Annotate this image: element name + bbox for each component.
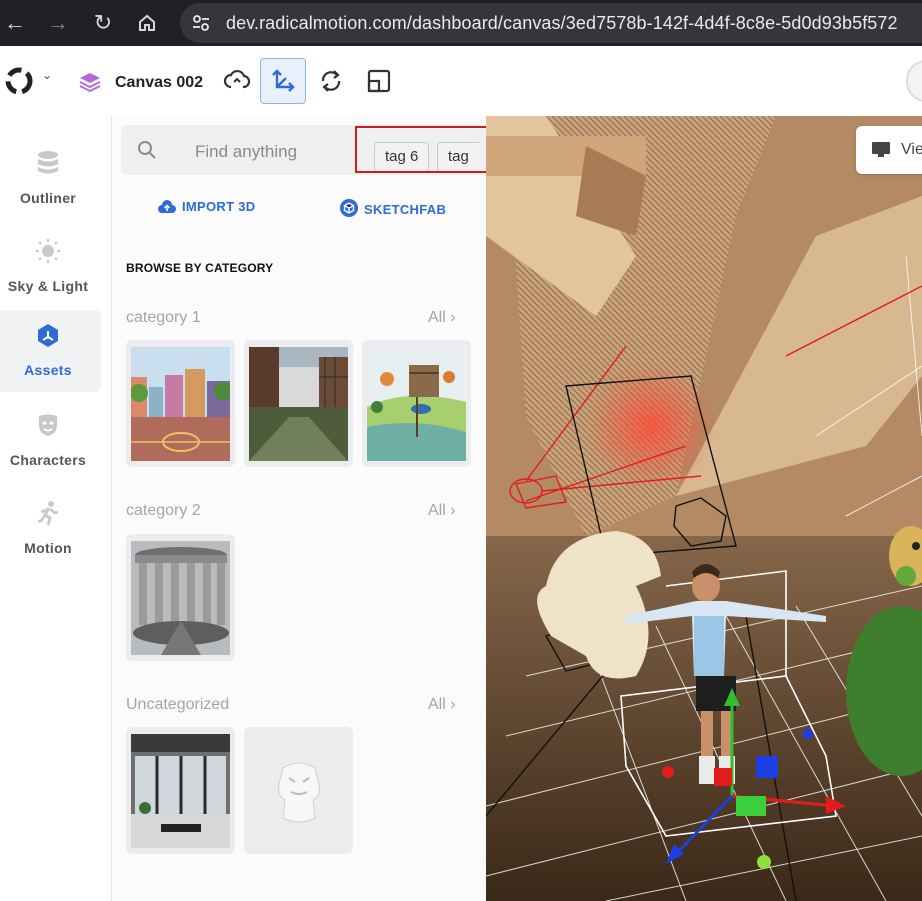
axis-move-icon [272, 69, 295, 92]
browse-heading: BROWSE BY CATEGORY [126, 261, 274, 275]
category-all-link[interactable]: All › [428, 502, 456, 520]
sidebar-item-sky-light[interactable]: Sky & Light [0, 226, 101, 308]
import-3d-button[interactable]: IMPORT 3D [158, 199, 255, 214]
sidebar-item-assets[interactable]: Assets [0, 310, 101, 392]
highlight-box [355, 126, 498, 173]
category-title: category 2 [126, 502, 201, 519]
search-placeholder: Find anything [195, 142, 298, 161]
chevron-right-icon: › [450, 696, 456, 713]
url-text: dev.radicalmotion.com/dashboard/canvas/3… [226, 13, 898, 33]
layers-icon [79, 73, 101, 93]
asset-thumbnail[interactable] [126, 534, 235, 661]
left-sidebar: Outliner Sky & Light Assets Characters M… [0, 116, 112, 901]
chevron-down-icon[interactable]: ⌄ [42, 68, 52, 82]
category-title: Uncategorized [126, 696, 230, 713]
cloud-sync-button[interactable] [214, 58, 260, 104]
canvas-title[interactable]: Canvas 002 [115, 74, 203, 92]
scale-icon [367, 69, 391, 93]
cloud-upload-icon [158, 200, 176, 213]
cube-icon [38, 324, 58, 347]
translate-tool-button[interactable] [260, 58, 306, 104]
sketchfab-button[interactable]: SKETCHFAB [340, 199, 446, 217]
all-label: All [428, 696, 446, 713]
colonnade-thumbnail [131, 541, 230, 655]
all-label: All [428, 502, 446, 519]
category-title: category 1 [126, 309, 201, 326]
sidebar-item-label: Sky & Light [7, 278, 89, 294]
city-street-thumbnail [131, 347, 230, 461]
industrial-alley-thumbnail [249, 347, 348, 461]
chevron-right-icon: › [450, 309, 456, 326]
forward-icon[interactable]: → [43, 8, 73, 38]
asset-thumbnail[interactable] [362, 340, 471, 467]
sun-icon [36, 239, 60, 263]
search-icon [138, 141, 156, 159]
view-menu-label: Vie [901, 141, 922, 158]
avatar[interactable] [906, 60, 922, 102]
sketchfab-icon [340, 199, 358, 217]
sidebar-item-label: Outliner [19, 190, 77, 206]
interior-room-thumbnail [131, 734, 230, 848]
scene-render [486, 116, 922, 901]
database-icon [38, 151, 58, 174]
asset-thumbnail[interactable] [244, 340, 353, 467]
sidebar-item-characters[interactable]: Characters [0, 400, 101, 482]
sidebar-item-motion[interactable]: Motion [0, 488, 101, 570]
sidebar-item-label: Assets [24, 362, 72, 378]
sidebar-item-outliner[interactable]: Outliner [0, 138, 101, 220]
all-label: All [428, 309, 446, 326]
back-icon[interactable]: ← [0, 8, 30, 38]
browser-toolbar: ← → ↻ dev.radicalmotion.com/dashboard/ca… [0, 0, 922, 46]
scale-tool-button[interactable] [356, 58, 402, 104]
view-menu-button[interactable]: Vie [856, 126, 922, 174]
rotate-icon [321, 70, 341, 92]
app-logo-icon[interactable] [2, 64, 36, 98]
sidebar-item-label: Motion [24, 540, 72, 556]
home-icon[interactable] [132, 8, 162, 38]
assets-panel: Find anything tag 6 tag IMPORT 3D SKETCH… [112, 116, 486, 901]
white-figure-thumbnail [249, 734, 348, 848]
asset-thumbnail[interactable] [126, 727, 235, 854]
chevron-right-icon: › [450, 502, 456, 519]
sidebar-item-label: Characters [9, 452, 87, 468]
asset-thumbnail[interactable] [244, 727, 353, 854]
category-all-link[interactable]: All › [428, 309, 456, 327]
category-all-link[interactable]: All › [428, 696, 456, 714]
asset-thumbnail[interactable] [126, 340, 235, 467]
site-settings-icon[interactable] [190, 12, 212, 34]
3d-viewport[interactable]: Vie [486, 116, 922, 901]
import-3d-label: IMPORT 3D [182, 199, 256, 214]
rotate-tool-button[interactable] [308, 58, 354, 104]
cloud-sync-icon [223, 69, 251, 89]
address-bar[interactable]: dev.radicalmotion.com/dashboard/canvas/3… [180, 3, 922, 43]
app-header: ⌄ Canvas 002 [0, 46, 922, 116]
running-icon [38, 501, 59, 526]
island-village-thumbnail [367, 347, 466, 461]
sketchfab-label: SKETCHFAB [364, 202, 447, 217]
monitor-icon [872, 142, 890, 157]
mask-icon [39, 414, 57, 436]
reload-icon[interactable]: ↻ [88, 8, 118, 38]
